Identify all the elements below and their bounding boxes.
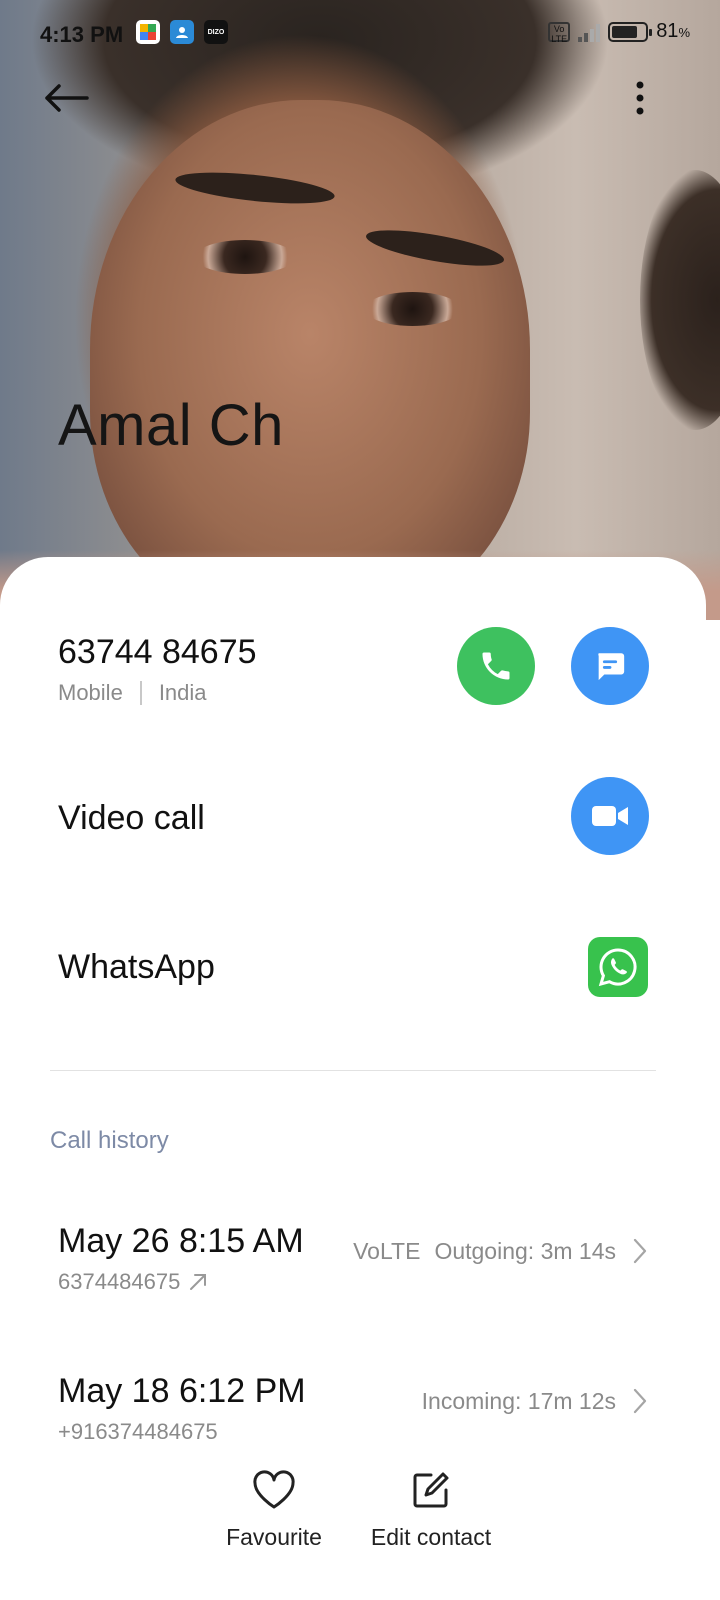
phone-type: Mobile [58, 680, 123, 705]
edit-contact-label: Edit contact [370, 1524, 492, 1550]
bottom-action-bar: Favourite Edit contact [0, 1460, 720, 1600]
divider [139, 681, 142, 705]
call-date: May 26 8:15 AM [58, 1222, 304, 1260]
battery-percent: 81% [656, 20, 690, 43]
video-camera-icon [592, 806, 628, 826]
call-summary: VoLTE Outgoing: 3m 14s [353, 1236, 650, 1266]
phone-number-meta: Mobile India [58, 680, 207, 706]
video-call-button[interactable] [571, 777, 649, 855]
contact-photo [0, 0, 720, 620]
battery-level [612, 25, 638, 38]
phone-number: 63744 84675 [58, 633, 257, 671]
battery-percent-value: 81 [656, 20, 679, 42]
video-call-label[interactable]: Video call [58, 799, 205, 838]
edit-contact-button[interactable]: Edit contact [360, 1470, 502, 1551]
status-app-icons: DIZO [136, 20, 228, 44]
phone-region: India [158, 680, 207, 705]
signal-icon [578, 22, 601, 42]
contacts-app-icon [170, 20, 194, 44]
call-number-row: 6374484675 [58, 1269, 208, 1295]
volte-icon: Vo LTE [548, 21, 571, 44]
whatsapp-icon [598, 948, 637, 987]
chevron-right-icon [630, 1386, 650, 1416]
call-history-title: Call history [50, 1127, 169, 1154]
edit-icon [413, 1472, 449, 1508]
photo-detail [640, 170, 720, 430]
more-vertical-icon [636, 81, 644, 115]
favourite-label: Favourite [226, 1524, 322, 1550]
call-summary: Incoming: 17m 12s [422, 1386, 650, 1416]
status-time: 4:13 PM [40, 22, 124, 47]
photo-detail [195, 240, 295, 274]
photo-detail [365, 292, 460, 326]
heart-icon [253, 1470, 295, 1509]
battery-icon [608, 21, 653, 42]
phone-icon [482, 652, 510, 680]
call-number-row: +916374484675 [58, 1419, 218, 1445]
call-duration: Outgoing: 3m 14s [434, 1237, 616, 1264]
call-date: May 18 6:12 PM [58, 1372, 306, 1410]
contact-name: Amal Ch [58, 393, 284, 458]
whatsapp-button[interactable] [588, 937, 648, 997]
outgoing-arrow-icon [190, 1274, 207, 1290]
call-history-item[interactable]: May 18 6:12 PM +916374484675 Incoming: 1… [0, 1372, 706, 1462]
chevron-right-icon [630, 1236, 650, 1266]
message-icon [598, 653, 625, 681]
arrow-left-icon [45, 84, 89, 112]
message-button[interactable] [571, 627, 649, 705]
section-divider [50, 1070, 656, 1071]
battery-percent-unit: % [678, 25, 690, 40]
status-indicators: Vo LTE 81% [548, 20, 690, 44]
call-number: +916374484675 [58, 1419, 218, 1444]
photo-face [90, 100, 530, 620]
contact-details-card: 63744 84675 Mobile India Video call What… [0, 557, 706, 1600]
whatsapp-label[interactable]: WhatsApp [58, 948, 215, 987]
call-duration: Incoming: 17m 12s [421, 1387, 616, 1414]
favourite-button[interactable]: Favourite [213, 1470, 335, 1551]
photos-app-icon [136, 20, 160, 44]
call-network: VoLTE [353, 1237, 421, 1264]
call-number: 6374484675 [58, 1269, 181, 1294]
call-button[interactable] [457, 627, 535, 705]
status-bar: 4:13 PM DIZO Vo LTE 81% [0, 0, 720, 68]
more-options-button[interactable] [620, 72, 660, 124]
dizo-app-icon: DIZO [204, 20, 228, 44]
call-history-item[interactable]: May 26 8:15 AM 6374484675 VoLTE Outgoing… [0, 1222, 706, 1312]
back-button[interactable] [40, 72, 92, 124]
